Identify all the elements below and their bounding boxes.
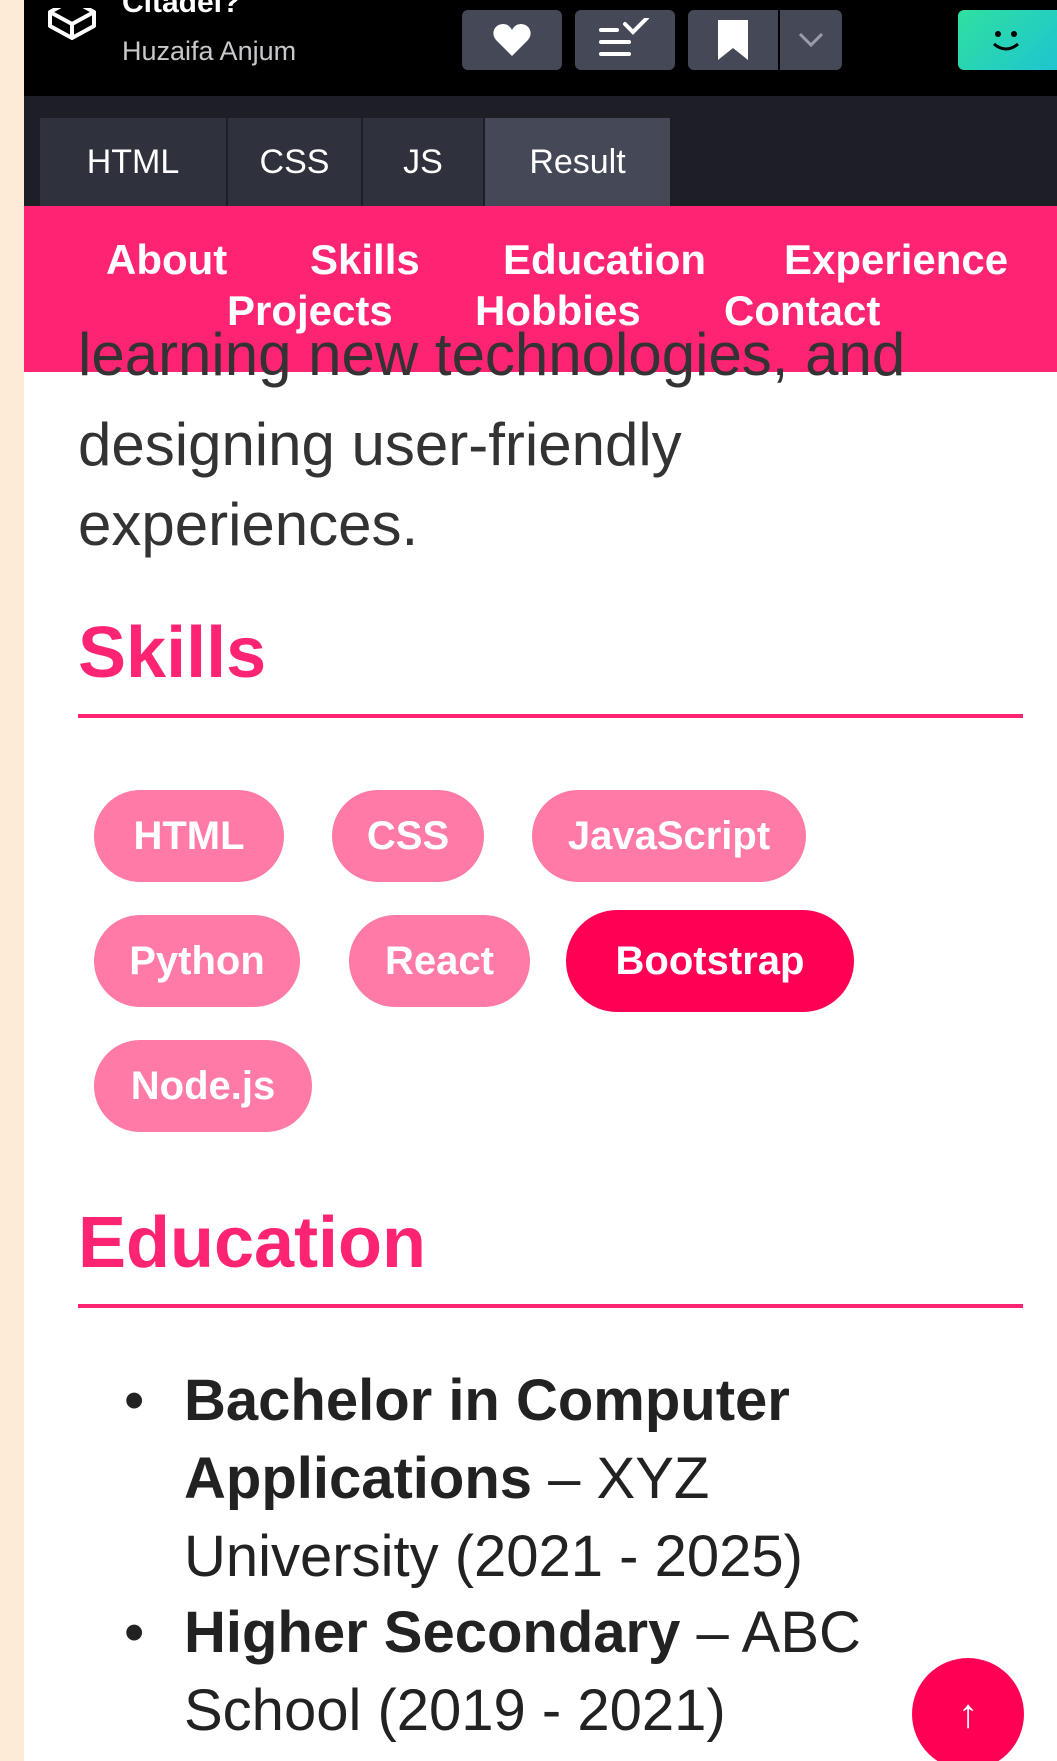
chevron-down-icon	[798, 32, 824, 48]
skill-chip[interactable]: JavaScript	[532, 790, 806, 882]
pen-author[interactable]: Huzaifa Anjum	[122, 36, 296, 67]
heart-icon	[493, 24, 531, 56]
list-check-icon	[599, 18, 649, 56]
institution-years: University (2021 - 2025)	[184, 1524, 803, 1589]
tab-css[interactable]: CSS	[228, 118, 361, 206]
institution-years: School (2019 - 2021)	[184, 1678, 726, 1743]
nav-about[interactable]: About	[106, 236, 227, 284]
skill-chip[interactable]: React	[349, 915, 530, 1007]
education-item: • Higher Secondary – ABC School (2019 - …	[124, 1594, 984, 1754]
add-to-collection-button[interactable]	[575, 10, 675, 70]
preview-frame: Citadel? Huzaifa Anjum HTML CSS JS Resul…	[24, 0, 1057, 1761]
institution: – ABC	[680, 1600, 861, 1665]
degree-name: Higher Secondary	[184, 1600, 681, 1665]
love-button[interactable]	[462, 10, 562, 70]
bookmark-options-button[interactable]	[780, 10, 842, 70]
arrow-up-icon: ↑	[958, 1691, 978, 1736]
skill-chip[interactable]: Python	[94, 915, 300, 1007]
bullet: •	[124, 1600, 145, 1665]
nav-experience[interactable]: Experience	[784, 236, 1008, 284]
about-text-cut: learning new technologies, and	[78, 321, 906, 388]
pen-title: Citadel?	[122, 0, 241, 19]
scroll-to-top-button[interactable]: ↑	[912, 1658, 1024, 1761]
bullet: •	[124, 1368, 145, 1433]
education-item: • Bachelor in Computer Applications – XY…	[124, 1362, 984, 1602]
tab-html[interactable]: HTML	[40, 118, 226, 206]
skills-heading: Skills	[78, 613, 267, 693]
institution: – XYZ	[532, 1446, 710, 1511]
skill-chip-active[interactable]: Bootstrap	[566, 910, 854, 1012]
education-item-text: Higher Secondary – ABC School (2019 - 20…	[184, 1594, 984, 1750]
about-text-line: experiences.	[78, 491, 419, 558]
tab-result[interactable]: Result	[485, 118, 670, 206]
education-heading: Education	[78, 1203, 427, 1283]
degree-name: Bachelor in Computer	[184, 1368, 790, 1433]
bookmark-button[interactable]	[688, 10, 778, 70]
degree-name: Applications	[184, 1446, 533, 1511]
skills-divider	[78, 714, 1023, 718]
editor-tabs-bar: HTML CSS JS Result	[24, 96, 1057, 206]
user-avatar[interactable]	[958, 10, 1057, 70]
codepen-header: Citadel? Huzaifa Anjum	[24, 0, 1057, 96]
page-content: learning new technologies, and designing…	[24, 321, 1057, 1761]
about-text-line: designing user-friendly	[78, 411, 682, 478]
skill-chip[interactable]: HTML	[94, 790, 284, 882]
skill-chip[interactable]: CSS	[332, 790, 484, 882]
education-divider	[78, 1304, 1023, 1308]
skill-chip[interactable]: Node.js	[94, 1040, 312, 1132]
education-item-text: Bachelor in Computer Applications – XYZ …	[184, 1362, 984, 1596]
nav-education[interactable]: Education	[503, 236, 706, 284]
nav-skills[interactable]: Skills	[310, 236, 420, 284]
smiley-icon	[993, 31, 1019, 51]
codepen-logo-icon[interactable]	[44, 8, 100, 44]
bookmark-icon	[718, 20, 748, 60]
tab-js[interactable]: JS	[363, 118, 483, 206]
